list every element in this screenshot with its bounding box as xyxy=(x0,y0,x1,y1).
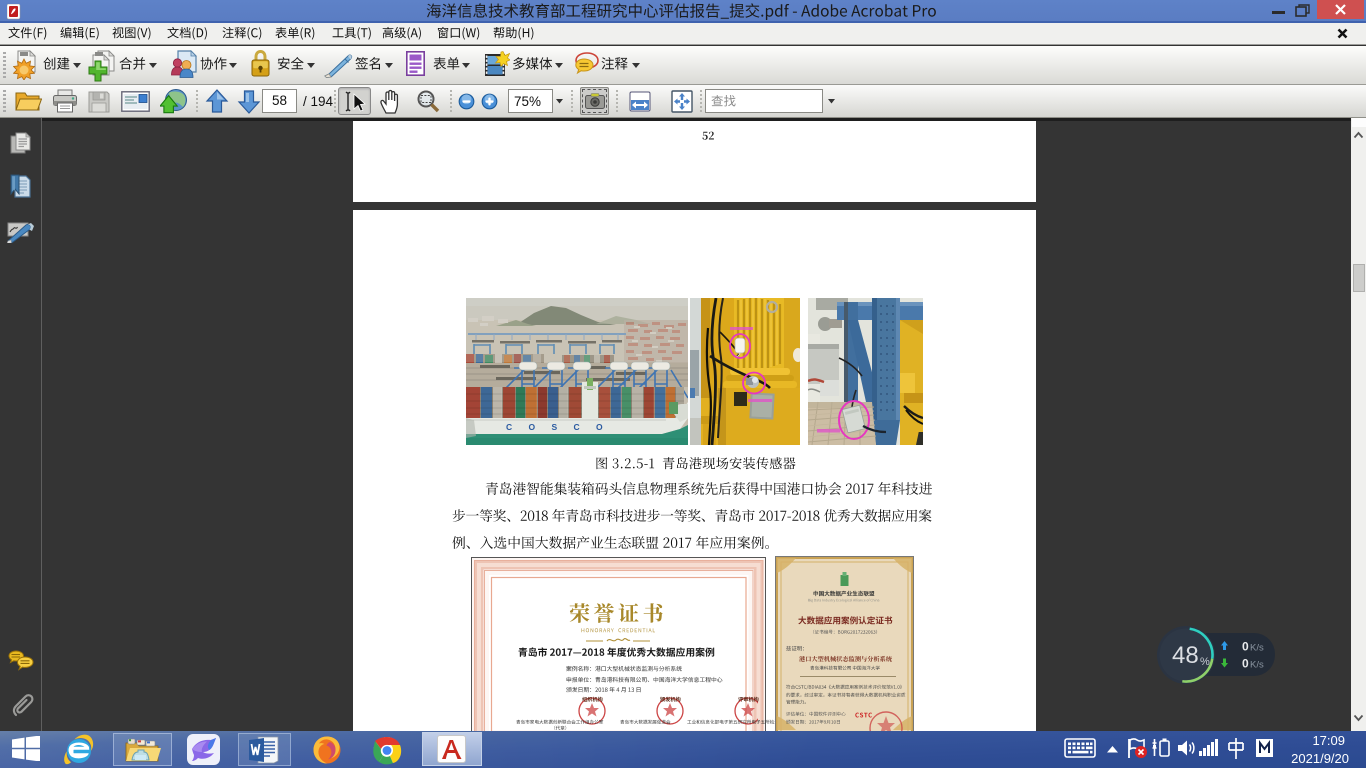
svg-text:0: 0 xyxy=(1242,640,1249,654)
svg-text:0: 0 xyxy=(1242,657,1249,671)
svg-text:K/s: K/s xyxy=(1250,643,1264,654)
svg-text:48: 48 xyxy=(1172,642,1199,669)
svg-text:K/s: K/s xyxy=(1250,660,1264,671)
svg-text:%: % xyxy=(1200,656,1210,668)
svg-text:C O S C O: C O S C O xyxy=(506,422,610,432)
